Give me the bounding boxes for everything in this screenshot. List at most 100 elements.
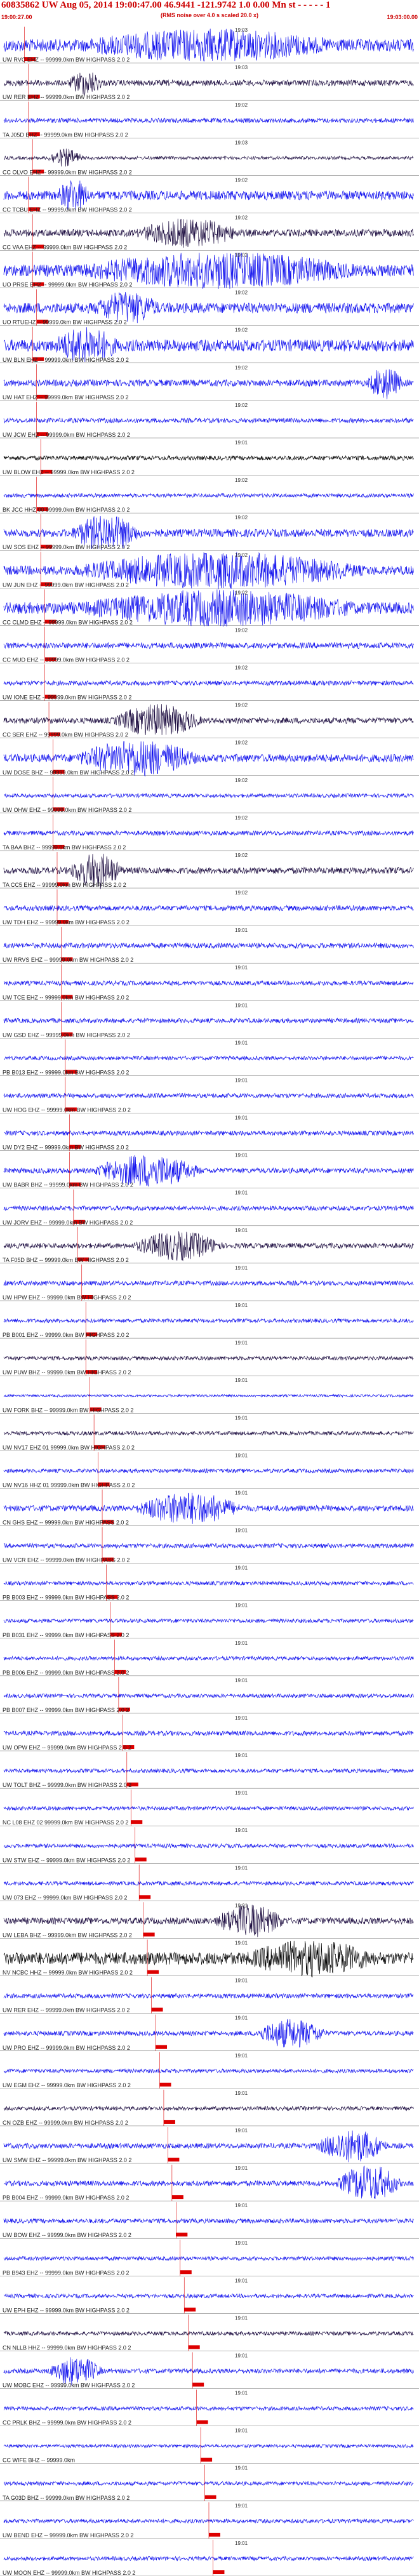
time-tick-label: 19:01 [235,1415,248,1421]
time-tick-label: 19:01 [235,1565,248,1571]
time-tick-label: 19:03 [235,140,248,145]
start-time: 19:00:27.00 [1,14,32,20]
time-tick-label: 19:01 [235,1640,248,1646]
pick-marker [147,1970,159,1974]
trace-label: UW PRO EHZ -- 99999.0km BW HIGHPASS 2.0 … [3,2045,130,2051]
trace-label: UW MOBC EHZ -- 99999.0km BW HIGHPASS 2.0… [3,2382,135,2389]
time-tick-label: 19:01 [235,1340,248,1346]
time-tick-label: 19:01 [235,2503,248,2509]
time-tick-label: 19:01 [235,1715,248,1721]
waveform-trace [3,117,414,124]
pick-marker [163,2120,175,2124]
waveform-trace [3,149,414,167]
trace-label: UW BABR BHZ -- 99999.0km BW HIGHPASS 2.0… [3,1182,133,1188]
time-tick-label: 19:01 [235,2090,248,2096]
trace-label: BK JCC HHZ 00 99999.0km BW HIGHPASS 2.0 … [3,507,130,513]
time-tick-label: 19:01 [235,2165,248,2171]
time-tick-label: 19:02 [235,853,248,858]
trace-label: UW TOLT BHZ -- 99999.0km BW HIGHPASS 2.0… [3,1782,131,1788]
trace-label: UW NV16 HHZ 01 99999.0km BW HIGHPASS 2.0… [3,1482,135,1488]
time-tick-label: 19:01 [235,1040,248,1046]
time-tick-label: 19:01 [235,1153,248,1159]
time-tick-label: 19:02 [235,477,248,483]
trace-label: UW FORK BHZ -- 99999.0km BW HIGHPASS 2.0… [3,1407,133,1413]
trace-label: CC TCBU EHZ -- 99999.0km BW HIGHPASS 2.0… [3,206,132,213]
waveform-trace [3,942,414,950]
time-tick-label: 19:02 [235,515,248,521]
trace-label: CN GHS EHZ -- 99999.0km BW HIGHPASS 2.0 … [3,1520,129,1526]
time-tick-label: 19:01 [235,1002,248,1008]
time-tick-label: 19:02 [235,253,248,258]
trace-label: PB B004 EHZ -- 99999.0km BW HIGHPASS 2.0… [3,2194,129,2201]
time-tick-label: 19:01 [235,2315,248,2321]
waveform-trace [3,1693,414,1699]
pick-marker [184,2307,196,2312]
trace-label: UW RER EHZ -- 99999.0km BW HIGHPASS 2.0 … [3,2007,130,2014]
trace-label: UW EGM EHZ -- 99999.0km BW HIGHPASS 2.0 … [3,2082,131,2088]
trace-label: CC WIFE BHZ -- 99999.0km [3,2457,75,2464]
trace-label: CN NLLB HHZ -- 99999.0km BW HIGHPASS 2.0… [3,2344,131,2351]
trace-label: UW VCR EHZ -- 99999.0km BW HIGHPASS 2.0 … [3,1557,130,1564]
waveform-trace [3,2106,414,2111]
time-tick-label: 19:01 [235,2353,248,2358]
time-tick-label: 19:01 [235,2278,248,2283]
waveform-trace [3,1130,414,1136]
waveform-trace [3,180,414,210]
time-tick-label: 19:02 [235,177,248,183]
waveform-trace [3,2357,414,2386]
trace-label: PB B003 EHZ -- 99999.0km BW HIGHPASS 2.0… [3,1595,129,1601]
trace-label: UW BLN EHZ -- 99999.0km BW HIGHPASS 2.0 … [3,357,129,363]
trace-label: TA G03D BHZ -- 99999.0km BW HIGHPASS 2.0… [3,2495,130,2501]
waveform-trace [3,979,414,986]
trace-label: UW OPW EHZ -- 99999.0km BW HIGHPASS 2.0 … [3,1744,131,1751]
waveform-trace [3,1617,414,1624]
trace-label: UW GSD EHZ -- 99999.0km BW HIGHPASS 2.0 … [3,1032,130,1038]
trace-label: PB B001 EHZ -- 99999.0km BW HIGHPASS 2.0… [3,1332,129,1338]
waveform-trace [3,1805,414,1811]
trace-label: UW PUW BHZ -- 99999.0km BW HIGHPASS 2.0 … [3,1369,131,1376]
time-tick-label: 19:01 [235,2466,248,2471]
time-tick-label: 19:02 [235,215,248,220]
time-tick-label: 19:01 [235,1378,248,1383]
waveform-trace [3,1018,414,1024]
time-tick-label: 19:01 [235,1902,248,1908]
waveform-trace [3,704,414,736]
pick-marker [168,2158,180,2162]
waveform-trace [3,1280,414,1287]
trace-label: UW EPH EHZ -- 99999.0km BW HIGHPASS 2.0 … [3,2307,130,2313]
time-tick-label: 19:02 [235,290,248,296]
time-tick-label: 19:01 [235,2053,248,2059]
trace-label: UW 073 EHZ -- 99999.0km BW HIGHPASS 2.0 … [3,1894,127,1901]
end-time: 19:03:00.00 [387,14,418,20]
trace-label: UW SOS EHZ -- 99999.0km BW HIGHPASS 2.0 … [3,544,130,550]
trace-label: NV NCBC HHZ -- 99999.0km BW HIGHPASS 2.0… [3,1970,133,1976]
trace-label: UW BLOW EHZ -- 99999.0km BW HIGHPASS 2.0… [3,469,135,475]
trace-label: CN OZB EHZ -- 99999.0km BW HIGHPASS 2.0 … [3,2120,128,2126]
seismogram-panel: UW RVC EHZ -- 99999.0km BW HIGHPASS 2.0 … [0,27,419,2576]
time-tick-label: 19:02 [235,740,248,746]
pick-marker [131,1820,143,1824]
time-tick-label: 19:01 [235,2128,248,2134]
trace-label: TA BAA BHZ -- 99999.0km BW HIGHPASS 2.0 … [3,844,126,851]
waveform-trace [3,1730,414,1737]
trace-label: UW RVC EHZ -- 99999.0km BW HIGHPASS 2.0 … [3,56,130,63]
waveform-trace [3,2293,414,2299]
waveform-trace [3,417,414,424]
waveform-trace [3,1543,414,1549]
waveform-trace [3,1993,414,1999]
trace-label: UW DY2 EHZ -- 99999.0km BW HIGHPASS 2.0 … [3,1145,129,1151]
pick-marker [139,1895,151,1899]
record-header: 60835862 UW Aug 05, 2014 19:00:47.00 46.… [0,0,419,25]
trace-label: UW BEND EHZ -- 99999.0km BW HIGHPASS 2.0… [3,2532,133,2539]
waveform-trace [3,830,414,837]
trace-label: UW SMW EHZ -- 99999.0km BW HIGHPASS 2.0 … [3,2157,131,2163]
waveform-trace [3,1205,414,1212]
trace-label: UW LEBA BHZ -- 99999.0km BW HIGHPASS 2.0… [3,1932,132,1939]
waveform-trace [3,792,414,799]
trace-label: UW HOG EHZ -- 99999.0km BW HIGHPASS 2.0 … [3,1107,131,1113]
time-tick-label: 19:01 [235,1678,248,1683]
time-tick-label: 19:01 [235,1753,248,1758]
trace-label: UO RTUEHZ -- 99999.0km BW HIGHPASS 2.0 2 [3,319,127,326]
time-tick-label: 19:01 [235,1941,248,1946]
waveform-trace [3,2556,414,2561]
